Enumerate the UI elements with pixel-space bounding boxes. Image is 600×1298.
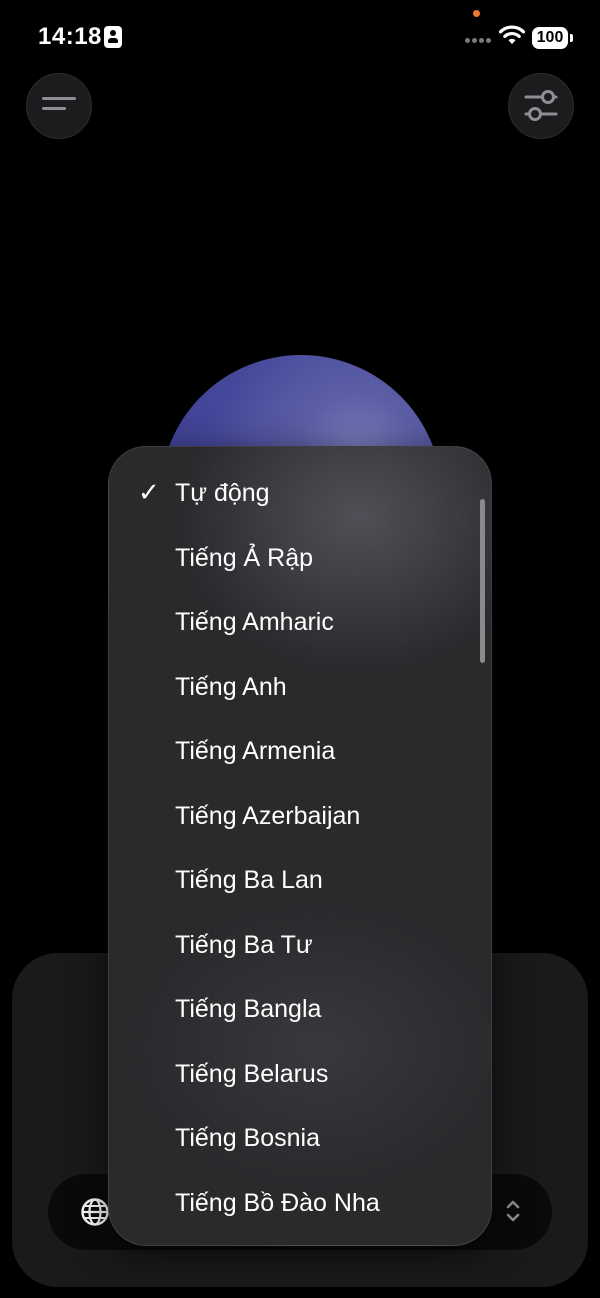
- language-option-label: Tiếng Bosnia: [175, 1124, 320, 1152]
- language-option[interactable]: Tiếng Bosnia: [109, 1108, 491, 1172]
- language-option-label: Tiếng Anh: [175, 673, 287, 701]
- language-option[interactable]: Tiếng Belarus: [109, 1044, 491, 1108]
- status-bar: 14:18 100: [0, 0, 600, 76]
- language-option[interactable]: Tiếng Armenia: [109, 721, 491, 785]
- language-option-label: Tiếng Amharic: [175, 608, 334, 636]
- privacy-indicator-dot: [473, 10, 480, 17]
- language-option-label: Tiếng Ả Rập: [175, 544, 314, 572]
- language-option[interactable]: Tiếng Bangla: [109, 979, 491, 1043]
- cellular-signal-icon: [465, 38, 493, 44]
- language-dropdown-menu[interactable]: ✓ Tự động Tiếng Ả Rập Tiếng Amharic Tiến…: [108, 446, 492, 1246]
- globe-icon: [81, 1198, 109, 1226]
- chevron-up-down-icon: [506, 1200, 520, 1222]
- menu-button[interactable]: [26, 73, 92, 139]
- language-option-label: Tiếng Azerbaijan: [175, 802, 361, 830]
- language-option-auto[interactable]: ✓ Tự động: [109, 463, 491, 527]
- language-option[interactable]: Tiếng Ba Lan: [109, 850, 491, 914]
- language-option-label: Tự động: [175, 479, 270, 507]
- language-option-label: Tiếng Ba Lan: [175, 866, 323, 894]
- language-option-label: Tiếng Bồ Đào Nha: [175, 1189, 380, 1217]
- language-option[interactable]: Tiếng Ba Tư: [109, 915, 491, 979]
- language-option-label: Tiếng Armenia: [175, 737, 336, 765]
- language-option[interactable]: Tiếng Amharic: [109, 592, 491, 656]
- language-option-label: Tiếng Ba Tư: [175, 931, 313, 959]
- battery-tip: [570, 34, 573, 42]
- checkmark-icon: ✓: [138, 477, 160, 507]
- language-option[interactable]: Tiếng Ả Rập: [109, 528, 491, 592]
- id-card-icon: [104, 26, 122, 48]
- language-option-label: Tiếng Belarus: [175, 1060, 329, 1088]
- status-time: 14:18: [38, 23, 102, 50]
- language-option[interactable]: Tiếng Anh: [109, 657, 491, 721]
- battery-indicator: 100: [532, 27, 568, 49]
- settings-button[interactable]: [508, 73, 574, 139]
- language-option-label: Tiếng Bangla: [175, 995, 322, 1023]
- wifi-icon: [498, 25, 526, 44]
- language-option[interactable]: Tiếng Azerbaijan: [109, 786, 491, 850]
- sliders-icon: [524, 90, 558, 121]
- language-option[interactable]: Tiếng Bồ Đào Nha: [109, 1173, 491, 1237]
